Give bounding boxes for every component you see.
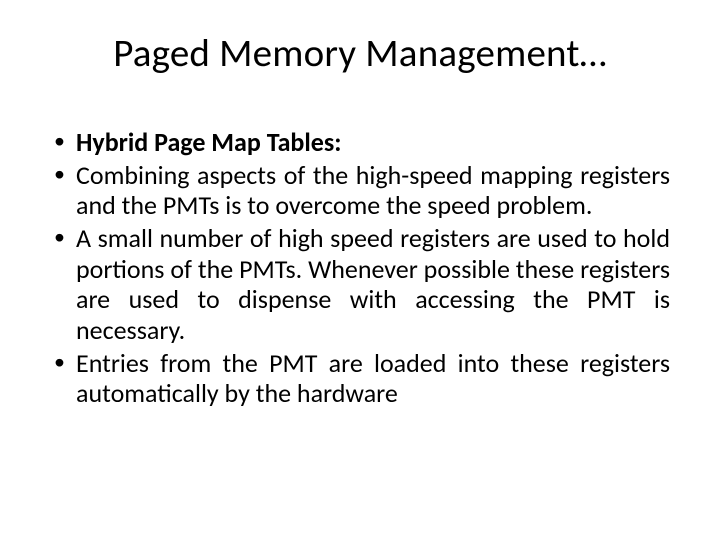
bullet-text: Entries from the PMT are loaded into the… — [76, 347, 670, 410]
bullet-text: A small number of high speed registers a… — [76, 222, 670, 346]
bullet-text: Hybrid Page Map Tables: — [76, 126, 341, 158]
bullet-list: Hybrid Page Map Tables: Combining aspect… — [50, 127, 670, 409]
list-item: Combining aspects of the high-speed mapp… — [50, 160, 670, 221]
list-item: A small number of high speed registers a… — [50, 223, 670, 346]
list-item: Hybrid Page Map Tables: — [50, 127, 670, 158]
bullet-text: Combining aspects of the high-speed mapp… — [76, 159, 670, 222]
slide-title: Paged Memory Management… — [50, 30, 670, 77]
list-item: Entries from the PMT are loaded into the… — [50, 348, 670, 409]
slide: Paged Memory Management… Hybrid Page Map… — [0, 0, 720, 540]
